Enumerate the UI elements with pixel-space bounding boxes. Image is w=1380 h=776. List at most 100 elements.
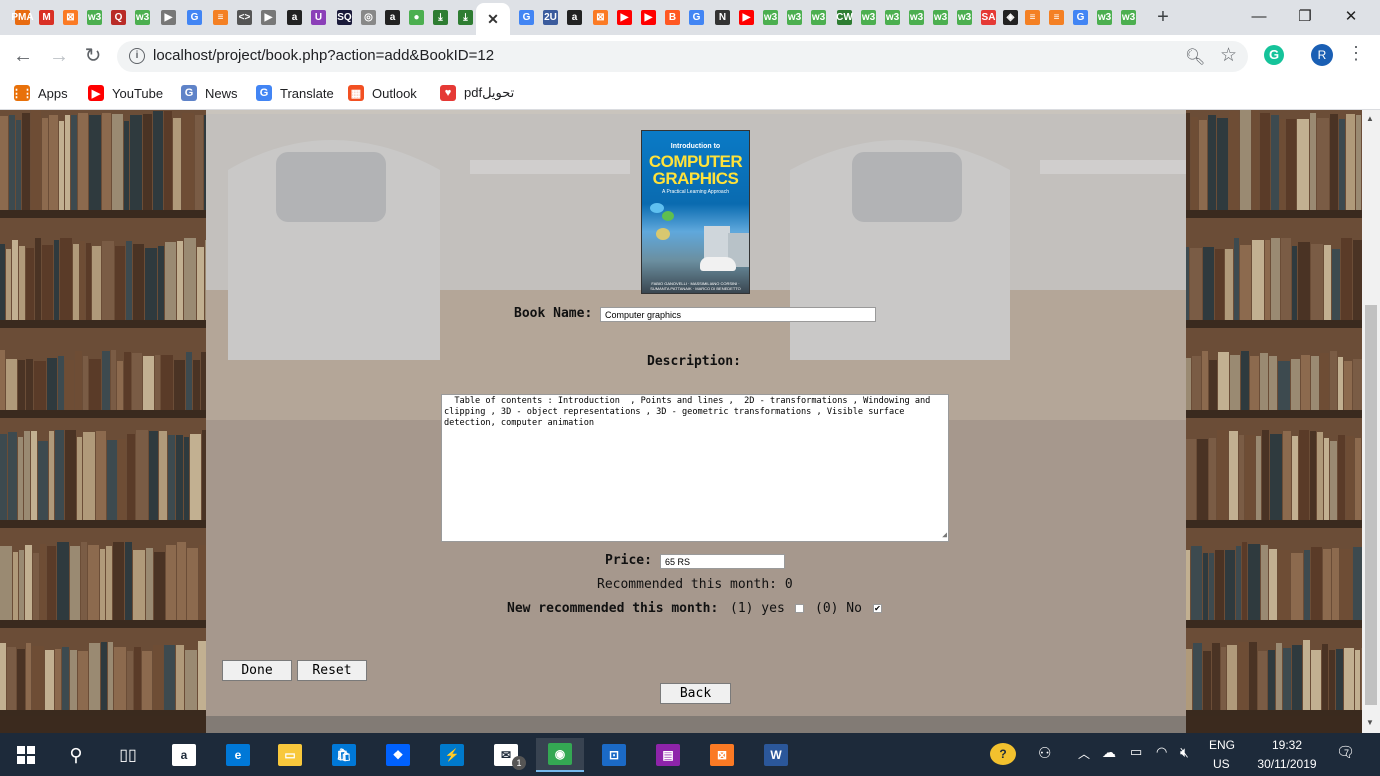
browser-tab[interactable]: w3 xyxy=(906,5,927,30)
winrar-taskbar-button[interactable]: ▤ xyxy=(644,738,692,772)
browser-tab[interactable]: ◎ xyxy=(358,5,379,30)
close-window-button[interactable]: ✕ xyxy=(1328,4,1374,30)
notification-center-icon[interactable]: 🗨︎ 7 xyxy=(1336,743,1355,761)
bookmark-news[interactable]: G News xyxy=(181,83,238,103)
wifi-icon[interactable]: ◠ xyxy=(1156,744,1167,760)
scroll-down-icon[interactable]: ▼ xyxy=(1366,718,1374,727)
recommend-no-checkbox[interactable]: ✔ xyxy=(873,604,882,613)
browser-tab[interactable]: ◈ xyxy=(1000,5,1021,30)
browser-tab[interactable]: ⊠ xyxy=(60,5,81,30)
browser-tab[interactable]: ⤓ xyxy=(430,5,451,30)
file-explorer-taskbar-button[interactable]: ▭ xyxy=(266,738,314,772)
minimize-button[interactable]: — xyxy=(1236,4,1282,30)
amazon-taskbar-button[interactable]: a xyxy=(160,738,208,772)
reload-icon[interactable]: ↻ xyxy=(80,44,106,70)
browser-tab[interactable]: a xyxy=(382,5,403,30)
browser-tab[interactable]: ≡ xyxy=(1022,5,1043,30)
browser-tab[interactable]: SQ xyxy=(334,5,355,30)
browser-tab[interactable]: w3 xyxy=(954,5,975,30)
reset-button[interactable]: Reset xyxy=(297,660,367,681)
url-text[interactable]: localhost/project/book.php?action=add&Bo… xyxy=(153,47,494,64)
browser-tab[interactable]: w3 xyxy=(784,5,805,30)
browser-tab[interactable]: ⤓ xyxy=(455,5,476,30)
resize-handle-icon[interactable]: ◢ xyxy=(942,529,947,540)
browser-tab[interactable]: w3 xyxy=(858,5,879,30)
scrollbar-thumb[interactable] xyxy=(1365,305,1377,705)
browser-tab[interactable]: ▶ xyxy=(736,5,757,30)
browser-tab[interactable]: B xyxy=(662,5,683,30)
browser-tab[interactable]: ≡ xyxy=(1046,5,1067,30)
people-icon[interactable]: ⚇ xyxy=(1038,744,1051,762)
browser-tab[interactable]: CW xyxy=(834,5,855,30)
start-button[interactable] xyxy=(2,738,50,772)
word-taskbar-button[interactable]: W xyxy=(752,738,800,772)
browser-tab[interactable]: w3 xyxy=(808,5,829,30)
browser-tab[interactable]: w3 xyxy=(882,5,903,30)
profile-avatar[interactable]: R xyxy=(1311,44,1333,66)
chrome-menu-icon[interactable]: ⋮ xyxy=(1346,43,1366,64)
browser-tab[interactable]: w3 xyxy=(84,5,105,30)
address-bar[interactable]: i localhost/project/book.php?action=add&… xyxy=(117,41,1248,72)
bookmark-star-icon[interactable]: ☆ xyxy=(1220,44,1237,67)
edge-taskbar-button[interactable]: e xyxy=(214,738,262,772)
browser-tab[interactable]: ▶ xyxy=(158,5,179,30)
clock[interactable]: 19:32 30/11/2019 xyxy=(1248,738,1326,771)
done-button[interactable]: Done xyxy=(222,660,292,681)
chrome-taskbar-button[interactable]: ◉ xyxy=(536,738,584,772)
browser-tab[interactable]: G xyxy=(686,5,707,30)
xampp-taskbar-button[interactable]: ⊠ xyxy=(698,738,746,772)
browser-tab[interactable]: PMA xyxy=(11,5,34,30)
browser-tab[interactable]: ✕ xyxy=(476,3,510,35)
browser-tab[interactable]: ▶ xyxy=(638,5,659,30)
show-hidden-icons[interactable]: ︿ xyxy=(1078,745,1090,762)
browser-tab[interactable]: 2U xyxy=(540,5,561,30)
bookmark-apps[interactable]: ⋮⋮ Apps xyxy=(11,83,68,103)
grammarly-extension-icon[interactable]: G xyxy=(1264,45,1284,65)
book-name-input[interactable]: Computer graphics xyxy=(600,307,876,322)
browser-tab[interactable]: N xyxy=(712,5,733,30)
search-icon[interactable]: ⚲ xyxy=(52,738,100,772)
back-button[interactable]: Back xyxy=(660,683,731,704)
task-view-icon[interactable]: ▯▯ xyxy=(104,738,152,772)
zoom-icon[interactable]: 🔍︎ xyxy=(1185,47,1205,67)
volume-muted-icon[interactable]: 🔇︎ xyxy=(1180,744,1189,761)
browser-tab[interactable]: w3 xyxy=(760,5,781,30)
browser-tab[interactable]: ● xyxy=(406,5,427,30)
browser-tab[interactable]: M xyxy=(36,5,57,30)
mail-taskbar-button[interactable]: ✉ 1 xyxy=(482,738,530,772)
bookmark-youtube[interactable]: ▶ YouTube xyxy=(88,83,163,103)
browser-tab[interactable]: U xyxy=(308,5,329,30)
browser-tab[interactable]: Q xyxy=(108,5,129,30)
browser-tab[interactable]: SA xyxy=(978,5,999,30)
language-indicator[interactable]: ENG US xyxy=(1209,738,1235,771)
forward-arrow-icon[interactable]: → xyxy=(46,44,72,70)
maximize-button[interactable]: ❐ xyxy=(1282,4,1328,30)
browser-tab[interactable]: <> xyxy=(234,5,255,30)
help-icon[interactable]: ? xyxy=(990,743,1016,765)
browser-tab[interactable]: ≡ xyxy=(210,5,231,30)
netbeans-taskbar-button[interactable]: ⊡ xyxy=(590,738,638,772)
info-icon[interactable]: i xyxy=(129,48,145,64)
battery-icon[interactable]: ▭ xyxy=(1130,744,1142,760)
visual-studio-taskbar-button[interactable]: ⚡ xyxy=(428,738,476,772)
browser-tab[interactable]: w3 xyxy=(1094,5,1115,30)
browser-tab[interactable]: ▶ xyxy=(258,5,279,30)
price-input[interactable]: 65 RS xyxy=(660,554,785,569)
vertical-scrollbar[interactable]: ▲ ▼ xyxy=(1362,110,1380,733)
back-arrow-icon[interactable]: ← xyxy=(10,44,36,70)
browser-tab[interactable]: a xyxy=(284,5,305,30)
browser-tab[interactable]: G xyxy=(184,5,205,30)
browser-tab[interactable]: ▶ xyxy=(614,5,635,30)
bookmark-translate[interactable]: G Translate xyxy=(256,83,334,103)
new-tab-button[interactable]: + xyxy=(1152,6,1174,28)
recommend-yes-checkbox[interactable] xyxy=(795,604,804,613)
bookmark-pdf[interactable]: ♥ pdfتحويل xyxy=(440,83,514,103)
store-taskbar-button[interactable]: 🛍 xyxy=(320,738,368,772)
bookmark-outlook[interactable]: ▦ Outlook xyxy=(348,83,417,103)
browser-tab[interactable]: w3 xyxy=(1118,5,1139,30)
browser-tab[interactable]: G xyxy=(516,5,537,30)
scroll-up-icon[interactable]: ▲ xyxy=(1366,114,1374,123)
browser-tab[interactable]: ⊠ xyxy=(590,5,611,30)
browser-tab[interactable]: w3 xyxy=(930,5,951,30)
browser-tab[interactable]: G xyxy=(1070,5,1091,30)
